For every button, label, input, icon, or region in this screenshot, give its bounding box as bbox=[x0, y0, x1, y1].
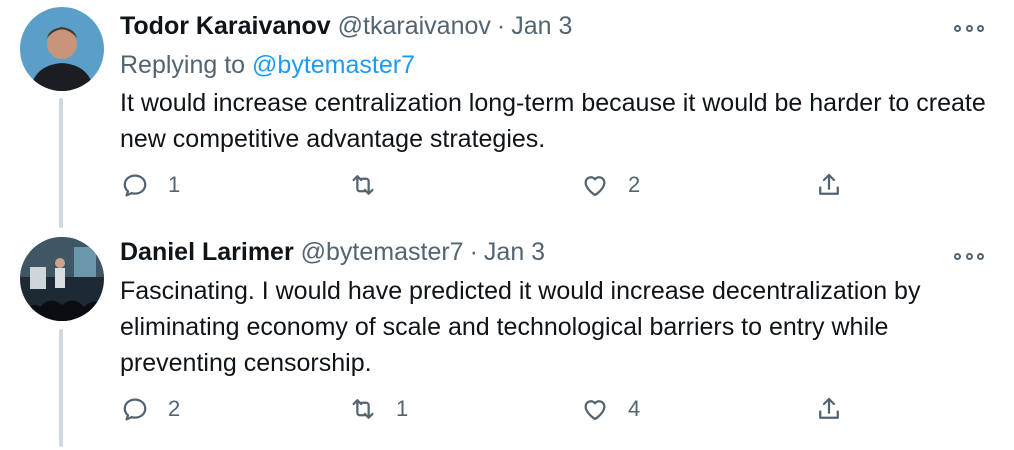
avatar[interactable] bbox=[20, 7, 104, 91]
timestamp[interactable]: Jan 3 bbox=[511, 12, 572, 40]
retweet-icon bbox=[352, 399, 374, 419]
action-bar: 2 1 4 bbox=[120, 391, 860, 427]
thread-line bbox=[59, 98, 63, 228]
handle[interactable]: @bytemaster7 bbox=[301, 238, 464, 266]
tweet-header: Daniel Larimer @bytemaster7 · Jan 3 bbox=[120, 237, 545, 267]
reply-count: 2 bbox=[168, 396, 181, 421]
like-icon bbox=[584, 176, 606, 197]
tweet-header: Todor Karaivanov @tkaraivanov · Jan 3 bbox=[120, 11, 572, 41]
like-icon bbox=[584, 400, 606, 421]
avatar[interactable] bbox=[20, 237, 104, 321]
separator-dot: · bbox=[469, 238, 478, 266]
reply-icon bbox=[123, 398, 147, 421]
retweet-count: 1 bbox=[396, 396, 409, 421]
replying-to-label: Replying to bbox=[120, 51, 246, 79]
share-icon bbox=[819, 397, 839, 419]
retweet-button[interactable] bbox=[348, 167, 396, 203]
more-icon[interactable] bbox=[954, 246, 984, 266]
avatar-photo-icon bbox=[20, 7, 104, 91]
tweet-text: Fascinating. I would have predicted it w… bbox=[120, 277, 921, 377]
avatar-photo-icon bbox=[20, 237, 104, 321]
like-button[interactable]: 2 bbox=[580, 167, 640, 203]
retweet-button[interactable]: 1 bbox=[348, 391, 408, 427]
share-button[interactable] bbox=[814, 391, 844, 427]
retweet-icon bbox=[352, 175, 374, 195]
reply-count: 1 bbox=[168, 172, 181, 197]
reply-button[interactable]: 2 bbox=[120, 391, 180, 427]
display-name[interactable]: Daniel Larimer bbox=[120, 238, 294, 266]
handle[interactable]: @tkaraivanov bbox=[338, 12, 491, 40]
like-count: 4 bbox=[628, 396, 641, 421]
share-icon bbox=[819, 173, 839, 195]
reply-button[interactable]: 1 bbox=[120, 167, 180, 203]
like-count: 2 bbox=[628, 172, 641, 197]
reply-icon bbox=[123, 174, 147, 197]
tweet[interactable]: Daniel Larimer @bytemaster7 · Jan 3 Fascin… bbox=[0, 226, 1014, 450]
display-name[interactable]: Todor Karaivanov bbox=[120, 12, 331, 40]
tweet[interactable]: Todor Karaivanov @tkaraivanov · Jan 3 Repl… bbox=[0, 0, 1014, 228]
mention-link[interactable]: @bytemaster7 bbox=[252, 51, 415, 79]
replying-to: Replying to @bytemaster7 bbox=[120, 50, 415, 80]
thread-line bbox=[59, 329, 63, 447]
timestamp[interactable]: Jan 3 bbox=[484, 238, 545, 266]
more-icon[interactable] bbox=[954, 18, 984, 38]
separator-dot: · bbox=[496, 12, 506, 40]
share-button[interactable] bbox=[814, 167, 844, 203]
like-button[interactable]: 4 bbox=[580, 391, 640, 427]
action-bar: 1 2 bbox=[120, 167, 860, 203]
tweet-text: It would increase centralization long-te… bbox=[120, 89, 986, 153]
